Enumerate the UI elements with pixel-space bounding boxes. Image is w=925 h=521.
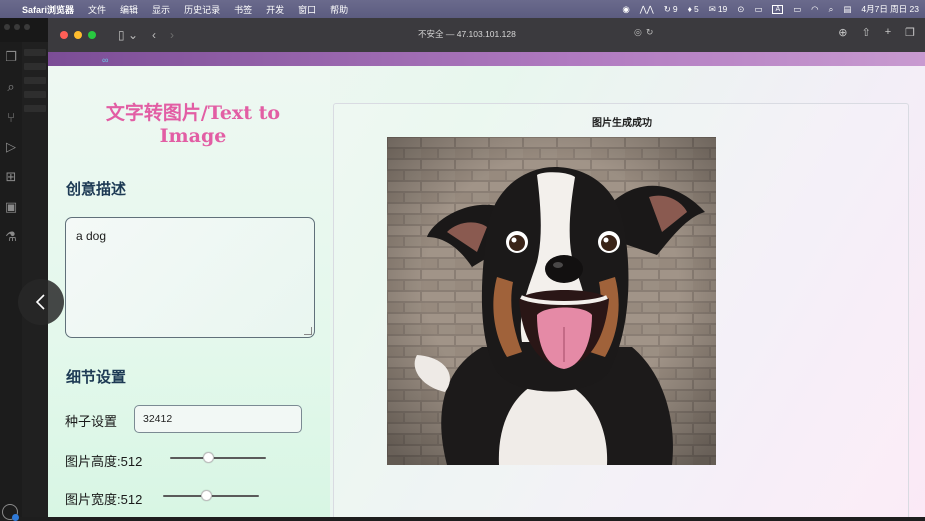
sidebar-toggle-icon[interactable]: ▯ ⌄	[118, 28, 138, 42]
chevron-left-icon	[35, 294, 45, 310]
tabs-overview-icon[interactable]: ❐	[905, 26, 915, 39]
zoom-window-button[interactable]	[88, 31, 96, 39]
settings-sidebar: 文字转图片/Text to Image 创意描述 a dog 细节设置 种子设置…	[48, 66, 330, 517]
source-control-icon[interactable]: ⑂	[0, 102, 22, 132]
files-icon[interactable]: ❐	[0, 42, 22, 72]
testing-icon[interactable]: ⚗	[0, 222, 22, 252]
menu-file[interactable]: 文件	[88, 3, 106, 16]
traffic-lights	[48, 31, 96, 39]
mountain-icon[interactable]: ⋀⋀	[640, 4, 654, 15]
close-window-button[interactable]	[60, 31, 68, 39]
share-icon[interactable]: ⇧	[861, 26, 870, 39]
status-item-3[interactable]: ✉ 19	[709, 4, 728, 15]
search-icon[interactable]: ⌕	[829, 4, 834, 15]
remote-icon[interactable]: ▣	[0, 192, 22, 222]
target-icon[interactable]: ⊙	[737, 4, 744, 15]
resize-grip-icon[interactable]	[304, 327, 312, 335]
generated-image[interactable]	[387, 137, 716, 465]
account-badge	[12, 514, 19, 521]
explorer-row	[24, 77, 46, 84]
details-section-heading: 细节设置	[66, 369, 127, 386]
record-icon[interactable]: ◉	[622, 4, 629, 15]
display-icon[interactable]: ▭	[754, 4, 762, 15]
height-slider-track	[170, 457, 266, 459]
back-icon[interactable]: ‹	[152, 28, 156, 42]
menu-window[interactable]: 窗口	[298, 3, 316, 16]
seed-label: 种子设置	[65, 414, 118, 429]
code-editor-window: ❐ ⌕ ⑂ ▷ ⊞ ▣ ⚗	[0, 18, 48, 521]
result-panel: 图片生成成功	[333, 103, 909, 517]
logo-icon: ∞	[102, 55, 109, 65]
width-slider-thumb[interactable]	[201, 490, 213, 501]
safari-window: ▯ ⌄ ‹ › 不安全 — 47.103.101.128 ◎ ↻ ⊕ ⇧ + ❐…	[48, 18, 925, 517]
wifi-icon[interactable]: ◠	[811, 4, 818, 15]
menu-develop[interactable]: 开发	[266, 3, 284, 16]
menu-view[interactable]: 显示	[152, 3, 170, 16]
forward-icon[interactable]: ›	[170, 28, 174, 42]
reload-icon[interactable]: ↻	[646, 27, 654, 38]
safari-toolbar: ▯ ⌄ ‹ › 不安全 — 47.103.101.128 ◎ ↻ ⊕ ⇧ + ❐	[48, 18, 925, 52]
clock[interactable]: 4月7日 周日 23	[861, 3, 919, 15]
input-method[interactable]: A	[772, 4, 784, 14]
page-title: 文字转图片/Text to Image	[105, 102, 281, 147]
dog-image	[387, 137, 716, 465]
run-debug-icon[interactable]: ▷	[0, 132, 22, 162]
width-label: 图片宽度:512	[65, 492, 143, 507]
web-page: 文字转图片/Text to Image 创意描述 a dog 细节设置 种子设置…	[48, 66, 925, 517]
minimize-window-button[interactable]	[74, 31, 82, 39]
control-center-icon[interactable]: ▤	[843, 4, 851, 15]
activity-bar: ❐ ⌕ ⑂ ▷ ⊞ ▣ ⚗	[0, 42, 22, 521]
prompt-textarea[interactable]: a dog	[65, 217, 315, 338]
result-status: 图片生成成功	[592, 118, 652, 129]
translate-icon[interactable]: ◎	[634, 27, 642, 38]
page-header-strip: ∞	[48, 52, 925, 66]
search-icon[interactable]: ⌕	[0, 72, 22, 102]
explorer-row	[24, 49, 46, 56]
width-slider[interactable]	[163, 490, 259, 502]
extensions-icon[interactable]: ⊞	[0, 162, 22, 192]
height-label: 图片高度:512	[65, 454, 143, 469]
address-bar[interactable]: 不安全 — 47.103.101.128	[418, 28, 516, 40]
explorer-row	[24, 91, 46, 98]
status-item-2[interactable]: ♦ 5	[688, 4, 699, 14]
height-slider[interactable]	[170, 452, 266, 464]
macos-menu-bar: Safari浏览器 文件 编辑 显示 历史记录 书签 开发 窗口 帮助 ◉ ⋀⋀…	[0, 0, 925, 18]
downloads-icon[interactable]: ⊕	[838, 26, 847, 39]
menu-history[interactable]: 历史记录	[184, 3, 220, 16]
sync-icon: ↻	[663, 3, 671, 14]
back-overlay-button[interactable]	[18, 279, 64, 325]
bell-icon: ♦	[687, 4, 692, 14]
explorer-row	[24, 63, 46, 70]
prompt-text: a dog	[76, 229, 107, 243]
new-tab-icon[interactable]: +	[885, 26, 891, 39]
menu-bookmarks[interactable]: 书签	[234, 3, 252, 16]
battery-icon[interactable]: ▭	[793, 4, 801, 15]
seed-input[interactable]: 32412	[134, 405, 302, 433]
menu-app-name[interactable]: Safari浏览器	[22, 3, 74, 16]
editor-window-dots	[4, 24, 30, 30]
height-slider-thumb[interactable]	[203, 452, 215, 463]
menu-help[interactable]: 帮助	[330, 3, 348, 16]
explorer-row	[24, 105, 46, 112]
status-item-1[interactable]: ↻ 9	[664, 4, 678, 15]
prompt-section-heading: 创意描述	[66, 181, 127, 198]
chat-icon: ✉	[708, 3, 716, 14]
menu-edit[interactable]: 编辑	[120, 3, 138, 16]
